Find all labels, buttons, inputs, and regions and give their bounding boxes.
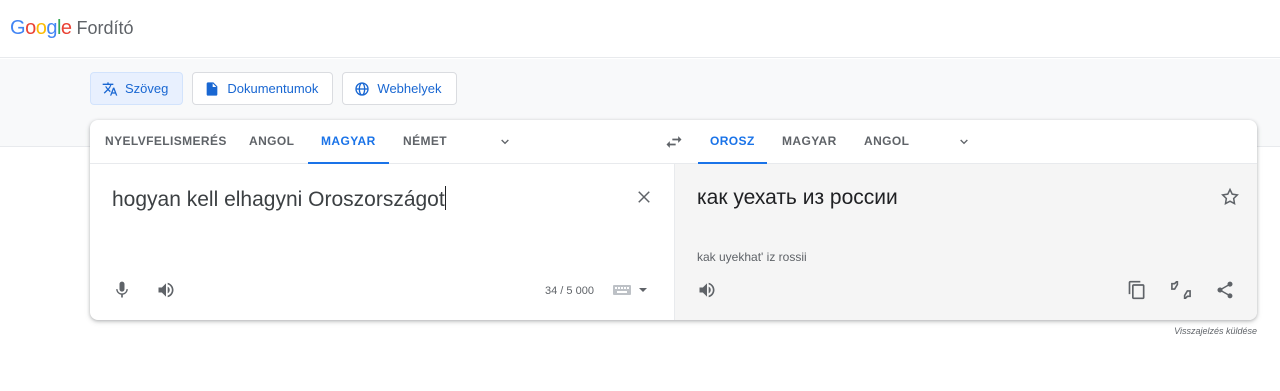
source-text-input[interactable]: hogyan kell elhagyni Oroszországot [112,186,446,212]
logo-letter: G [10,17,26,39]
translation-card: NYELVFELISMERÉS ANGOL MAGYAR NÉMET OROSZ… [90,120,1257,320]
target-pane: как уехать из россии kak uyekhat' iz ros… [674,164,1257,320]
mode-text-button[interactable]: Szöveg [90,72,184,105]
character-counter: 34 / 5 000 [545,285,594,297]
speaker-icon[interactable] [154,278,178,302]
logo-letter: o [35,17,47,39]
mode-websites-button[interactable]: Webhelyek [342,72,457,105]
app-name: Fordító [76,18,134,38]
mode-documents-button[interactable]: Dokumentumok [192,72,334,105]
source-lang-detect-tab[interactable]: NYELVFELISMERÉS [105,120,227,164]
copy-icon[interactable] [1125,278,1149,302]
send-feedback-link[interactable]: Visszajelzés küldése [1174,326,1257,336]
translation-output: как уехать из россии [697,186,898,209]
logo-letter: o [25,17,36,39]
chevron-down-icon[interactable] [956,134,972,150]
chevron-down-icon[interactable] [497,134,513,150]
app-header: Google Fordító [0,0,1280,58]
clear-icon[interactable] [632,185,656,209]
mode-text-label: Szöveg [125,81,169,96]
target-lang-english-tab[interactable]: ANGOL [864,120,909,164]
source-text: hogyan kell elhagyni Oroszországot [112,188,445,211]
mode-documents-label: Dokumentumok [227,81,319,96]
source-pane: hogyan kell elhagyni Oroszországot 34 / … [90,164,674,320]
logo-letter: g [46,17,57,39]
caret-down-icon[interactable] [636,278,650,302]
globe-icon [354,81,370,97]
google-logo[interactable]: Google [10,17,72,40]
star-icon[interactable] [1218,185,1242,209]
document-icon [204,81,220,97]
logo-letter: e [60,17,72,39]
swap-languages-icon[interactable] [664,132,684,152]
transliteration: kak uyekhat' iz rossii [697,250,807,264]
text-caret [444,186,446,210]
mode-websites-label: Webhelyek [377,81,442,96]
mode-selector: Szöveg Dokumentumok Webhelyek [90,72,457,105]
rate-translation-icon[interactable] [1169,278,1193,302]
microphone-icon[interactable] [110,278,134,302]
language-bar: NYELVFELISMERÉS ANGOL MAGYAR NÉMET OROSZ… [90,120,1257,164]
source-lang-hungarian-tab[interactable]: MAGYAR [308,120,389,164]
keyboard-icon[interactable] [611,278,633,302]
target-lang-hungarian-tab[interactable]: MAGYAR [782,120,837,164]
target-lang-russian-tab[interactable]: OROSZ [698,120,767,164]
speaker-icon[interactable] [695,278,719,302]
share-icon[interactable] [1213,278,1237,302]
source-lang-english-tab[interactable]: ANGOL [249,120,294,164]
translate-icon [102,81,118,97]
source-lang-german-tab[interactable]: NÉMET [403,120,447,164]
